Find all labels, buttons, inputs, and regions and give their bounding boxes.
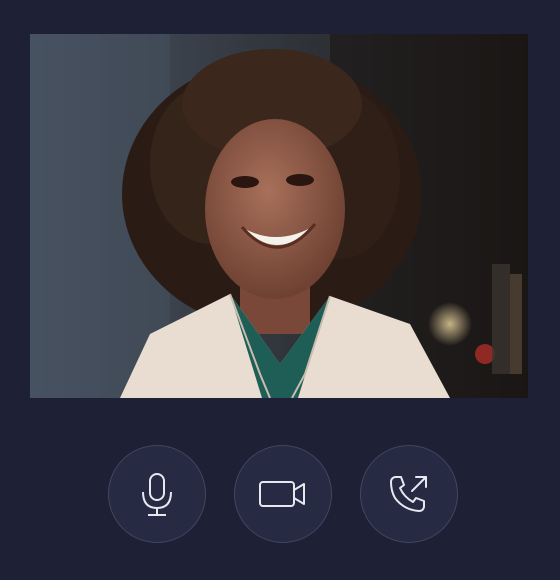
microphone-button[interactable] [108, 445, 206, 543]
microphone-icon [142, 473, 172, 516]
call-button[interactable] [360, 445, 458, 543]
participant-video-feed [30, 34, 528, 398]
call-controls [0, 445, 560, 545]
video-camera-button[interactable] [234, 445, 332, 543]
phone-outgoing-icon [390, 476, 427, 512]
video-camera-icon [259, 481, 305, 507]
video-call-window [0, 0, 560, 580]
participant-video-image [30, 34, 528, 398]
